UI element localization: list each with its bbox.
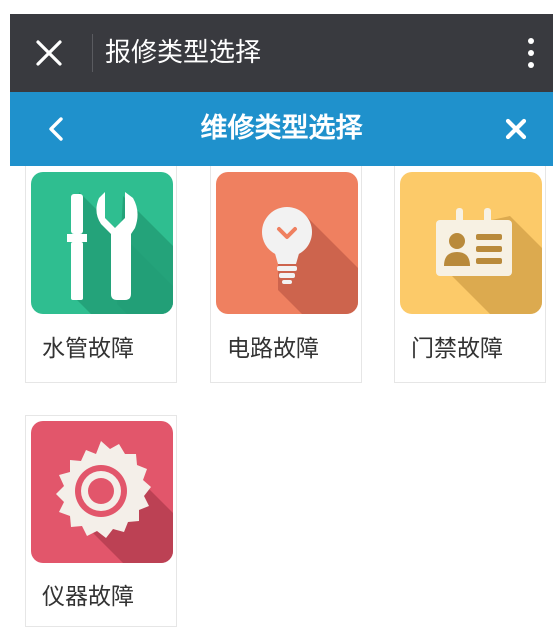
category-card-access[interactable]: 门禁故障: [394, 166, 546, 383]
category-label: 水管故障: [42, 336, 134, 362]
category-grid: 水管故障 电路故障 门禁故障 仪器故障: [0, 166, 553, 627]
category-card-circuit[interactable]: 电路故障: [210, 166, 362, 383]
more-icon[interactable]: [527, 38, 535, 72]
close-icon[interactable]: [501, 114, 531, 144]
category-label: 仪器故障: [42, 584, 134, 610]
category-label: 电路故障: [227, 336, 319, 362]
wrench-screwdriver-icon: [31, 172, 173, 314]
saw-blade-icon: [31, 421, 173, 563]
lightbulb-icon: [216, 172, 358, 314]
category-label: 门禁故障: [411, 336, 503, 362]
page-header: 维修类型选择: [10, 92, 553, 166]
app-titlebar: 报修类型选择: [10, 14, 553, 92]
category-card-instrument[interactable]: 仪器故障: [25, 415, 177, 627]
titlebar-divider: [92, 34, 93, 72]
close-icon[interactable]: [32, 36, 66, 70]
page-title: 维修类型选择: [200, 113, 363, 144]
id-badge-icon: [400, 172, 542, 314]
category-card-water[interactable]: 水管故障: [25, 166, 177, 383]
status-strip: [10, 0, 553, 14]
window-title: 报修类型选择: [105, 38, 262, 68]
